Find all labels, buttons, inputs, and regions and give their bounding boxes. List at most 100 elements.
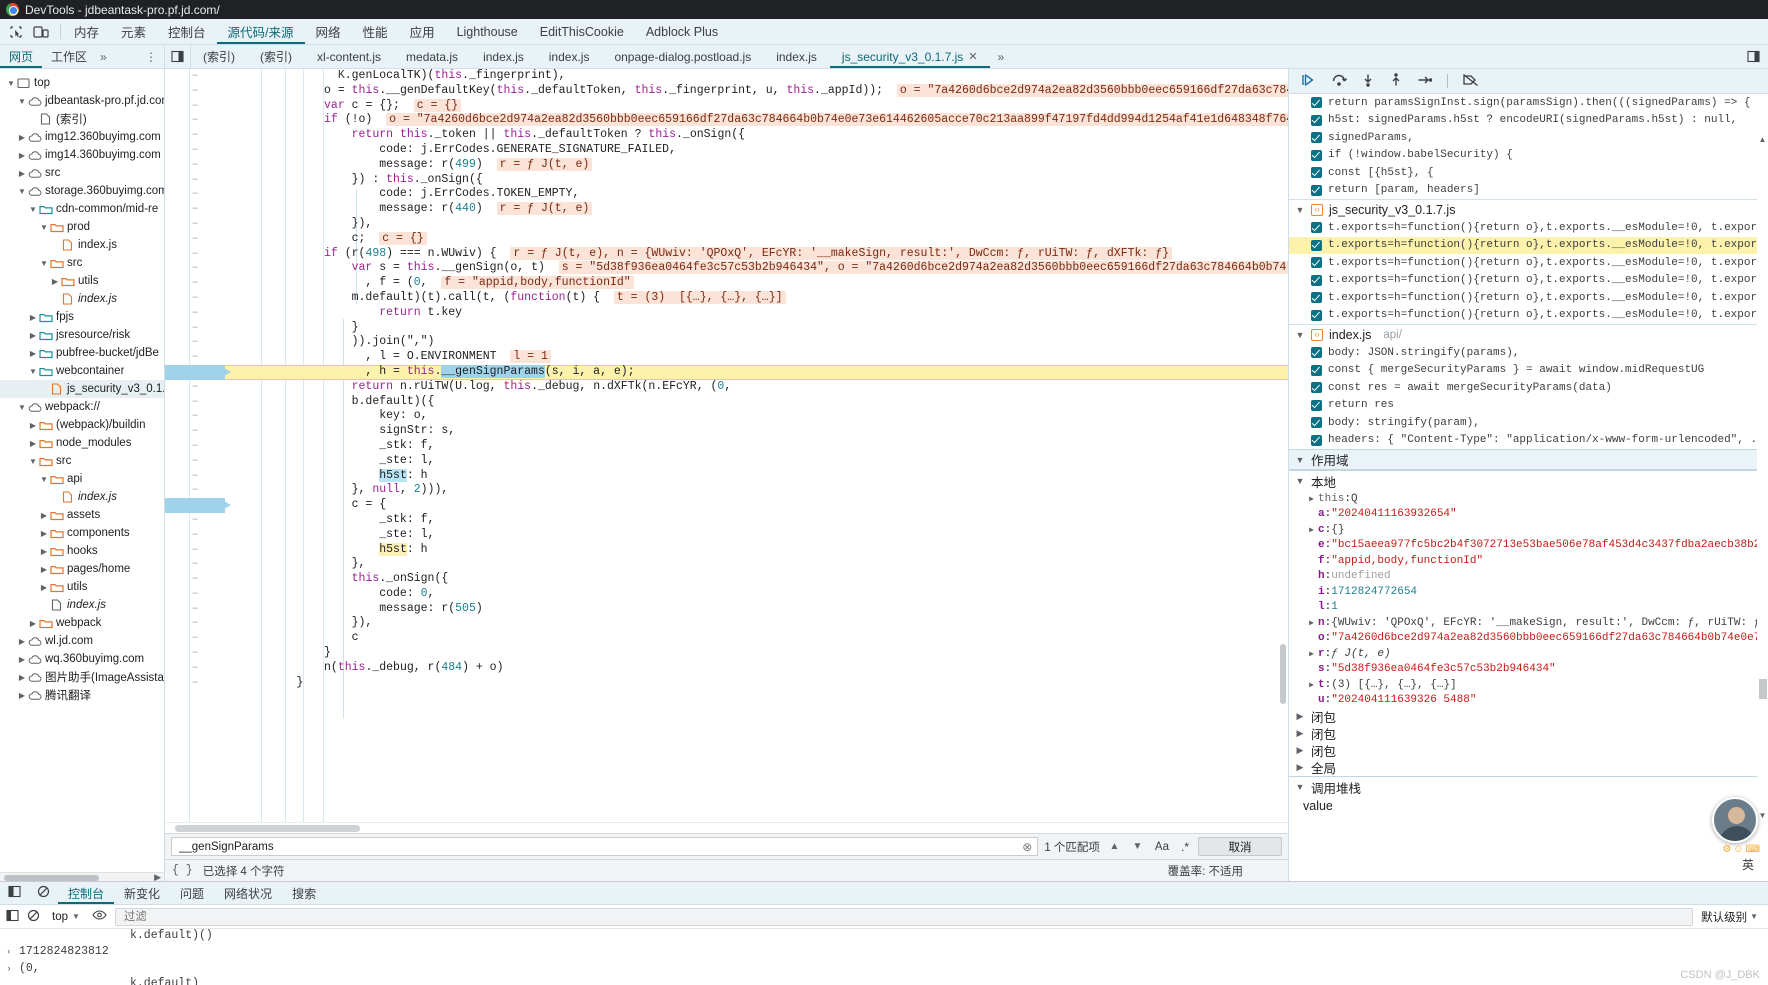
line-number[interactable]: – [165, 113, 225, 128]
editor-vscrollbar[interactable] [1279, 69, 1288, 822]
breakpoint-checkbox[interactable] [1311, 132, 1322, 144]
line-number[interactable]: – [165, 616, 225, 631]
filetab-index-4[interactable]: index.js [537, 45, 603, 68]
code-line[interactable]: – , l = O.ENVIRONMENT l = 1 [165, 350, 1288, 365]
drawer-clear-icon[interactable] [29, 885, 58, 901]
chevron-right-icon[interactable]: ▶ [1305, 649, 1318, 659]
tree-item-pubfree-bucket-jdbe[interactable]: ▶ pubfree-bucket/jdBe [0, 344, 164, 362]
debugger-vscrollbar[interactable]: ▲ ▼ [1757, 94, 1768, 881]
breakpoint-checkbox[interactable] [1311, 292, 1322, 304]
chevron-right-icon[interactable]: ▶ [17, 673, 27, 682]
line-number[interactable]: – [165, 646, 225, 661]
scope-variable-row[interactable]: ▶ this: Q [1289, 491, 1768, 507]
editor-hscrollbar[interactable] [165, 822, 1288, 833]
inspect-element-icon[interactable] [9, 25, 23, 39]
search-next-button[interactable]: ▼ [1129, 838, 1146, 855]
chevron-down-icon[interactable]: ▼ [17, 187, 27, 196]
scope-variable-row[interactable]: ▶u: "202404111639326 5488" [1289, 693, 1768, 709]
code-line[interactable]: – K.genLocalTK)(this._fingerprint), [165, 69, 1288, 84]
code-line[interactable]: c = { [165, 498, 1288, 513]
tree-item-index-js[interactable]: ▶index.js [0, 596, 164, 614]
code-line[interactable]: – return n.rUiTW(U.log, this._debug, n.d… [165, 380, 1288, 395]
breakpoint-checkbox[interactable] [1311, 309, 1322, 321]
line-number[interactable]: – [165, 572, 225, 587]
breakpoint-group-header[interactable]: ▼ ‹› js_security_v3_0.1.7.js [1289, 199, 1768, 219]
search-field-wrapper[interactable]: ⊗ [171, 837, 1039, 856]
line-number[interactable]: – [165, 409, 225, 424]
line-number[interactable]: – [165, 128, 225, 143]
step-into-icon[interactable] [1361, 73, 1375, 90]
scope-variable-row[interactable]: ▶ t: (3) [{…}, {…}, {…}] [1289, 677, 1768, 693]
scope-closure-row[interactable]: ▶ 闭包 [1289, 725, 1768, 742]
tree-item-node-modules[interactable]: ▶ node_modules [0, 434, 164, 452]
breakpoint-row[interactable]: body: JSON.stringify(params), [1289, 344, 1768, 362]
code-line[interactable]: – return this._token || this._defaultTok… [165, 128, 1288, 143]
tree-item-pages-home[interactable]: ▶ pages/home [0, 560, 164, 578]
tab-console[interactable]: 控制台 [157, 19, 217, 44]
line-number[interactable]: – [165, 513, 225, 528]
code-line[interactable]: – signStr: s, [165, 424, 1288, 439]
line-number[interactable]: – [165, 528, 225, 543]
breakpoint-row[interactable]: t.exports=h=function(){return o},t.expor… [1289, 254, 1768, 272]
breakpoint-row[interactable]: headers: { "Content-Type": "application/… [1289, 432, 1768, 450]
line-number[interactable]: – [165, 173, 225, 188]
line-number[interactable]: – [165, 306, 225, 321]
file-navigator[interactable]: ▼top▼jdbeantask-pro.pf.jd.com▶(索引)▶img12… [0, 69, 165, 881]
chevron-right-icon[interactable]: ▶ [39, 529, 49, 538]
drawer-tab-network-conditions[interactable]: 网络状况 [214, 882, 282, 904]
code-line[interactable]: – c [165, 631, 1288, 646]
breakpoint-row[interactable]: body: stringify(param), [1289, 414, 1768, 432]
chevron-right-icon[interactable]: ▶ [28, 421, 38, 430]
console-output[interactable]: k.default)() ‹ 1712824823812 › (0, k.def… [0, 929, 1768, 985]
breakpoint-checkbox[interactable] [1311, 364, 1322, 376]
code-line[interactable]: – , f = (0, f = "appid,body,functionId" [165, 276, 1288, 291]
code-line[interactable]: – } [165, 646, 1288, 661]
filetab-medata[interactable]: medata.js [394, 45, 471, 68]
step-over-icon[interactable] [1331, 73, 1348, 90]
breakpoint-checkbox[interactable] [1311, 257, 1322, 269]
breakpoint-row[interactable]: return paramsSignInst.sign(paramsSign).t… [1289, 94, 1768, 112]
tree-item-webpack[interactable]: ▶ webpack [0, 614, 164, 632]
tree-item-prod[interactable]: ▼ prod [0, 218, 164, 236]
scope-section-header[interactable]: ▼ 作用域 [1289, 449, 1768, 470]
code-line[interactable]: – code: 0, [165, 587, 1288, 602]
breakpoint-row[interactable]: return [param, headers] [1289, 182, 1768, 200]
keyboard-icon[interactable]: ⌨ [1746, 844, 1760, 855]
code-line[interactable]: – _stk: f, [165, 513, 1288, 528]
execution-context-selector[interactable]: top ▼ [48, 910, 84, 924]
breakpoint-marker[interactable] [165, 498, 231, 513]
line-number[interactable]: – [165, 483, 225, 498]
tree-item-src[interactable]: ▶ src [0, 164, 164, 182]
toggle-debugger-icon[interactable] [1739, 45, 1768, 68]
chevron-right-icon[interactable]: ▶ [28, 349, 38, 358]
chevron-right-icon[interactable]: ▶ [39, 583, 49, 592]
line-number[interactable]: – [165, 350, 225, 365]
code-line[interactable]: – _ste: l, [165, 454, 1288, 469]
breakpoint-checkbox[interactable] [1311, 114, 1322, 126]
avatar[interactable] [1712, 797, 1758, 843]
chevron-down-icon[interactable]: ▼ [39, 223, 49, 232]
code-line[interactable]: – )).join(",") [165, 335, 1288, 350]
tree-item-index-js[interactable]: ▶index.js [0, 290, 164, 308]
step-out-icon[interactable] [1389, 72, 1403, 90]
console-level-selector[interactable]: 默认级别 ▼ [1701, 909, 1762, 925]
call-stack-header[interactable]: ▼ 调用堆栈 [1289, 776, 1768, 797]
code-line[interactable]: – }, [165, 557, 1288, 572]
chevron-right-icon[interactable]: ▶ [28, 313, 38, 322]
code-line[interactable]: – b.default)({ [165, 395, 1288, 410]
chevron-right-icon[interactable]: ▶ [1305, 525, 1318, 535]
toggle-navigator-icon[interactable] [165, 45, 191, 68]
chevron-down-icon[interactable]: ▼ [1295, 330, 1305, 340]
line-number[interactable]: – [165, 321, 225, 336]
chevron-right-icon[interactable]: ▶ [28, 619, 38, 628]
line-number[interactable]: – [165, 187, 225, 202]
line-number[interactable]: – [165, 276, 225, 291]
code-line[interactable]: – this._onSign({ [165, 572, 1288, 587]
eye-icon[interactable] [92, 909, 107, 924]
chevron-down-icon[interactable]: ▼ [39, 475, 49, 484]
chevron-down-icon[interactable]: ▼ [1295, 782, 1305, 792]
scope-variable-row[interactable]: ▶h: undefined [1289, 569, 1768, 585]
scrollbar-thumb[interactable] [1759, 679, 1767, 699]
scope-variable-row[interactable]: ▶s: "5d38f936ea0464fe3c57c53b2b946434" [1289, 662, 1768, 678]
breakpoint-checkbox[interactable] [1311, 347, 1322, 359]
